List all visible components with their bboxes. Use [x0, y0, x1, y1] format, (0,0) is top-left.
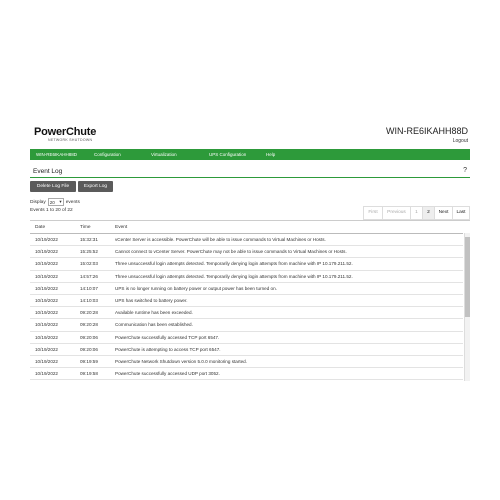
- table-row: 10/19/2022 09:19:59 PowerChute Network Shu…: [30, 355, 463, 369]
- cell-event: PowerChute successfully accessed UDP por…: [110, 367, 463, 381]
- title-divider: [30, 177, 470, 178]
- cell-event: Available runtime has been exceeded.: [110, 306, 463, 320]
- table-row: 10/19/2022 09:20:06 PowerChute successfull…: [30, 331, 463, 344]
- event-log-table: Date Time Event 10/19/2022 15:32:31 vCente…: [30, 220, 470, 381]
- nav-item-help[interactable]: Help: [266, 152, 275, 157]
- cell-event: Three unsuccessful login attempts detect…: [110, 257, 463, 271]
- pagination-first[interactable]: First: [363, 206, 383, 220]
- cell-event: Three unsuccessful login attempts detect…: [110, 270, 463, 283]
- table-row: 10/19/2022 14:10:03 UPS has switched to ba…: [30, 294, 463, 308]
- display-length-control: Display 20 ▾ events: [30, 198, 80, 206]
- nav-item-virtualization[interactable]: Virtualization: [151, 152, 209, 157]
- app-header: PowerChute NETWORK SHUTDOWN WIN-RE6IKAHH…: [30, 126, 470, 148]
- pagination-next[interactable]: Next: [434, 206, 453, 220]
- cell-time: 15:02:03: [75, 257, 110, 271]
- table-header-row: Date Time Event: [30, 221, 463, 234]
- cell-time: 09:20:06: [75, 331, 110, 344]
- table-row: 10/19/2022 15:02:03 Three unsuccessful log…: [30, 257, 463, 271]
- cell-event: PowerChute is attempting to access TCP p…: [110, 343, 463, 356]
- cell-event: PowerChute successfully accessed TCP por…: [110, 331, 463, 344]
- page-title: Event Log: [33, 168, 63, 175]
- cell-date: 10/19/2022: [30, 233, 75, 247]
- cell-time: 15:32:31: [75, 233, 110, 247]
- main-nav: WIN-RE6IKAHH88D Configuration Virtualiza…: [30, 149, 470, 160]
- cell-time: 09:20:28: [75, 318, 110, 332]
- cell-date: 10/19/2022: [30, 294, 75, 308]
- logo-text: PowerChute: [34, 126, 97, 138]
- table-row: 10/19/2022 09:19:58 PowerChute successfull…: [30, 367, 463, 381]
- table-scrollbar[interactable]: [464, 233, 470, 381]
- cell-date: 10/19/2022: [30, 306, 75, 320]
- help-icon[interactable]: ?: [463, 167, 467, 174]
- entries-count: Events 1 to 20 of 22: [30, 208, 73, 213]
- cell-event: UPS is no longer running on battery powe…: [110, 282, 463, 295]
- cell-date: 10/19/2022: [30, 343, 75, 356]
- cell-event: UPS has switched to battery power.: [110, 294, 463, 308]
- cell-time: 09:20:28: [75, 306, 110, 320]
- table-row: 10/19/2022 09:20:06 PowerChute is attempti…: [30, 343, 463, 356]
- cell-date: 10/19/2022: [30, 318, 75, 332]
- cell-time: 09:19:59: [75, 355, 110, 369]
- chevron-down-icon: ▾: [59, 199, 62, 204]
- cell-date: 10/19/2022: [30, 245, 75, 259]
- scrollbar-thumb[interactable]: [465, 237, 470, 317]
- cell-time: 15:25:52: [75, 245, 110, 259]
- cell-time: 14:10:07: [75, 282, 110, 295]
- logout-link[interactable]: Logout: [453, 138, 468, 144]
- table-row: 10/19/2022 14:57:26 Three unsuccessful log…: [30, 270, 463, 283]
- cell-time: 14:10:03: [75, 294, 110, 308]
- cell-date: 10/19/2022: [30, 257, 75, 271]
- cell-event: PowerChute Network Shutdown version 5.0.…: [110, 355, 463, 369]
- table-row: 10/19/2022 15:25:52 Cannot connect to vCen…: [30, 245, 463, 259]
- cell-date: 10/19/2022: [30, 355, 75, 369]
- table-row: 10/19/2022 09:20:28 Available runtime has …: [30, 306, 463, 320]
- cell-time: 09:19:58: [75, 367, 110, 381]
- pagination-previous[interactable]: Previous: [382, 206, 411, 220]
- logo-subtext: NETWORK SHUTDOWN: [48, 138, 93, 142]
- pagination: First Previous 1 2 Next Last: [363, 206, 470, 220]
- display-count-value: 20: [49, 199, 55, 205]
- cell-date: 10/19/2022: [30, 331, 75, 344]
- cell-time: 14:57:26: [75, 270, 110, 283]
- cell-date: 10/19/2022: [30, 270, 75, 283]
- cell-event: vCenter Server is accessible. PowerChute…: [110, 233, 463, 247]
- column-header-time[interactable]: Time: [75, 221, 110, 234]
- display-suffix-label: events: [65, 199, 80, 205]
- display-count-select[interactable]: 20 ▾: [47, 198, 64, 206]
- table-row: 10/19/2022 15:32:31 vCenter Server is acce…: [30, 233, 463, 247]
- export-log-button[interactable]: Export Log: [78, 181, 113, 192]
- delete-log-file-button[interactable]: Delete Log File: [30, 181, 76, 192]
- cell-event: Communication has been established.: [110, 318, 463, 332]
- nav-item-host[interactable]: WIN-RE6IKAHH88D: [36, 152, 94, 157]
- table-row: 10/19/2022 14:10:07 UPS is no longer runni…: [30, 282, 463, 295]
- hostname-title: WIN-RE6IKAHH88D: [385, 126, 468, 136]
- table-row: 10/19/2022 09:20:28 Communication has been…: [30, 318, 463, 332]
- cell-time: 09:20:06: [75, 343, 110, 356]
- nav-item-configuration[interactable]: Configuration: [94, 152, 151, 157]
- powerchute-logo: PowerChute NETWORK SHUTDOWN: [34, 126, 96, 142]
- cell-date: 10/19/2022: [30, 282, 75, 295]
- pagination-last[interactable]: Last: [452, 206, 470, 220]
- column-header-event[interactable]: Event: [110, 221, 463, 234]
- nav-item-ups-configuration[interactable]: UPS Configuration: [209, 152, 266, 157]
- column-header-date[interactable]: Date: [30, 221, 75, 234]
- cell-date: 10/19/2022: [30, 367, 75, 381]
- cell-event: Cannot connect to vCenter Server. PowerC…: [110, 245, 463, 259]
- display-prefix-label: Display: [30, 199, 46, 205]
